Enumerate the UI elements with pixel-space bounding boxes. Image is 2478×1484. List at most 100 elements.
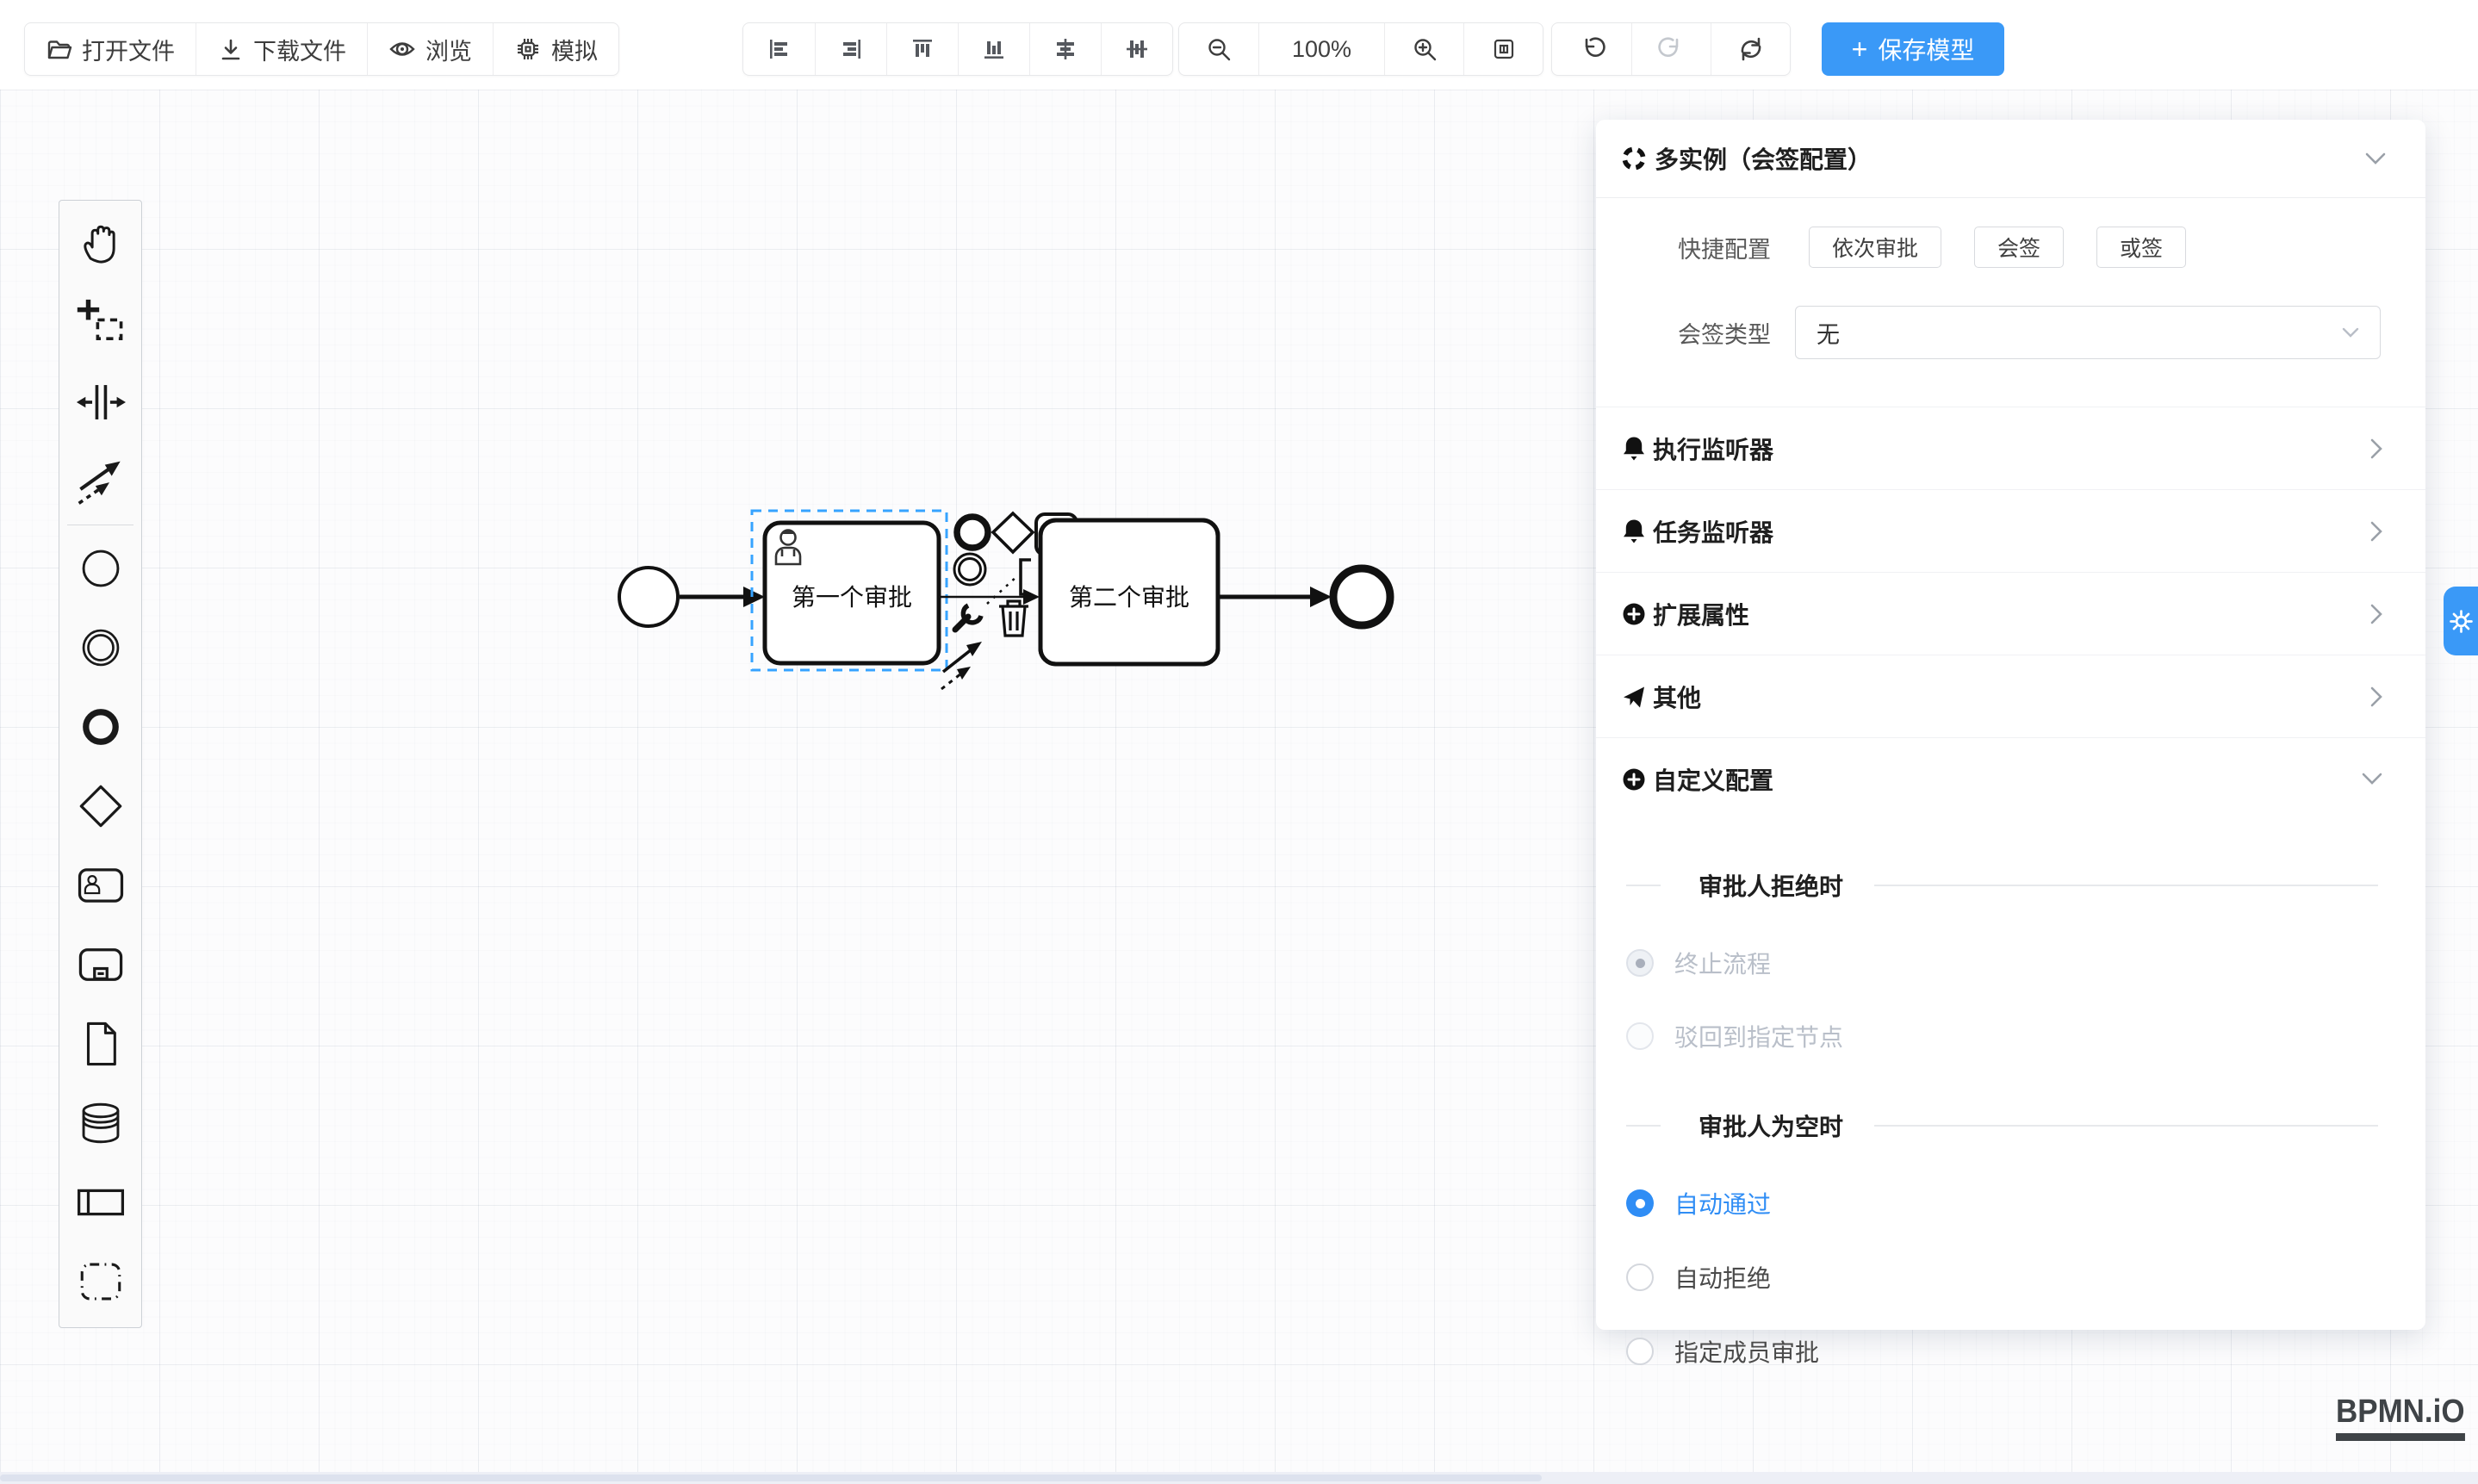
section-custom-config[interactable]: 自定义配置	[1596, 737, 2425, 820]
contextpad-delete-button[interactable]	[999, 601, 1028, 636]
simulate-label: 模拟	[551, 33, 598, 66]
redo-button[interactable]	[1631, 23, 1711, 75]
palette-data-object[interactable]	[59, 1004, 142, 1084]
undo-icon	[1578, 35, 1605, 63]
zoom-out-button[interactable]	[1179, 23, 1258, 75]
align-middle-vertical-icon	[1124, 36, 1150, 62]
horizontal-scrollbar[interactable]	[0, 1472, 2478, 1484]
palette-hand-tool[interactable]	[59, 204, 142, 283]
bpmn-palette	[59, 200, 142, 1328]
task-label: 第一个审批	[792, 584, 912, 611]
align-left-button[interactable]	[743, 23, 815, 75]
align-center-horizontal-icon	[1053, 36, 1078, 62]
palette-lasso-tool[interactable]	[59, 283, 142, 363]
save-model-label: 保存模型	[1878, 32, 1974, 66]
quick-orsign-button[interactable]: 或签	[2096, 227, 2186, 268]
quick-config-buttons: 依次审批 会签 或签	[1809, 227, 2186, 268]
download-file-label: 下载文件	[253, 33, 346, 66]
restart-button[interactable]	[1711, 23, 1790, 75]
preview-button[interactable]: 浏览	[367, 23, 493, 75]
section-label: 自定义配置	[1653, 762, 1773, 797]
panel-header[interactable]: 多实例（会签配置）	[1596, 120, 2425, 198]
download-file-button[interactable]: 下载文件	[196, 23, 367, 75]
align-right-button[interactable]	[815, 23, 886, 75]
simulate-button[interactable]: 模拟	[493, 23, 618, 75]
radio-label: 驳回到指定节点	[1674, 1019, 1843, 1053]
bell-icon	[1622, 518, 1646, 544]
space-tool-icon	[76, 377, 126, 427]
radio-label: 终止流程	[1674, 946, 1771, 980]
fit-viewport-button[interactable]	[1463, 23, 1543, 75]
group-icon	[76, 1257, 126, 1307]
radio-auto-pass[interactable]: 自动通过	[1626, 1186, 2378, 1220]
align-middle-vertical-button[interactable]	[1101, 23, 1172, 75]
countersign-type-select[interactable]: 无	[1795, 306, 2381, 359]
send-icon	[1622, 685, 1646, 709]
align-top-button[interactable]	[886, 23, 958, 75]
properties-panel: 多实例（会签配置） 快捷配置 依次审批 会签 或签 会签类型 无 执行监听器	[1596, 120, 2425, 1330]
radio-auto-reject[interactable]: 自动拒绝	[1626, 1260, 2378, 1295]
divider-line	[1626, 885, 1661, 886]
section-label: 扩展属性	[1653, 597, 1749, 631]
section-other[interactable]: 其他	[1596, 655, 2425, 737]
scrollbar-thumb[interactable]	[0, 1475, 1542, 1481]
radio-circle	[1626, 1338, 1654, 1365]
redo-icon	[1658, 35, 1686, 63]
radio-return-to-node[interactable]: 驳回到指定节点	[1626, 1019, 2378, 1053]
contextpad-append-end-event[interactable]	[957, 517, 988, 548]
radio-terminate-process[interactable]: 终止流程	[1626, 946, 2378, 980]
panel-title: 多实例（会签配置）	[1655, 141, 1872, 176]
start-event-node[interactable]	[619, 568, 678, 626]
section-extension-properties[interactable]: 扩展属性	[1596, 572, 2425, 655]
toolbar: 打开文件 下载文件 浏览 模拟	[0, 0, 2478, 90]
quick-sequential-button[interactable]: 依次审批	[1809, 227, 1941, 268]
zoom-out-icon	[1206, 36, 1232, 62]
palette-space-tool[interactable]	[59, 363, 142, 442]
task-node-2[interactable]: 第二个审批	[1040, 520, 1218, 664]
align-bottom-icon	[981, 36, 1007, 62]
palette-start-event[interactable]	[59, 529, 142, 608]
end-event-node[interactable]	[1333, 568, 1390, 625]
open-file-button[interactable]: 打开文件	[25, 23, 196, 75]
radio-circle	[1626, 1264, 1654, 1291]
palette-gateway[interactable]	[59, 767, 142, 846]
align-center-horizontal-button[interactable]	[1029, 23, 1101, 75]
task-node-1[interactable]: 第一个审批	[765, 523, 939, 663]
bpmn-io-logo[interactable]: BPMN.iO	[2336, 1394, 2465, 1441]
reject-group-title: 审批人拒绝时	[1626, 868, 2378, 903]
palette-intermediate-event[interactable]	[59, 608, 142, 687]
quick-countersign-button[interactable]: 会签	[1974, 227, 2064, 268]
settings-tab[interactable]	[2444, 587, 2478, 655]
zoom-in-button[interactable]	[1384, 23, 1463, 75]
plus-circle-icon	[1622, 602, 1646, 626]
palette-user-task[interactable]	[59, 846, 142, 925]
zoom-level-display[interactable]: 100%	[1258, 23, 1384, 75]
radio-circle	[1626, 1022, 1654, 1050]
section-task-listener[interactable]: 任务监听器	[1596, 489, 2425, 572]
align-left-icon	[767, 36, 792, 62]
palette-end-event[interactable]	[59, 687, 142, 767]
participant-icon	[76, 1177, 126, 1227]
plus-icon: +	[1852, 35, 1868, 63]
section-execution-listener[interactable]: 执行监听器	[1596, 407, 2425, 489]
quick-config-label: 快捷配置	[1596, 231, 1771, 264]
palette-global-connect-tool[interactable]	[59, 442, 142, 521]
chevron-down-icon[interactable]	[2365, 152, 2386, 165]
undo-button[interactable]	[1552, 23, 1631, 75]
radio-assign-member[interactable]: 指定成员审批	[1626, 1334, 2378, 1369]
empty-group-title-text: 审批人为空时	[1699, 1108, 1843, 1143]
data-object-icon	[76, 1019, 126, 1069]
align-bottom-button[interactable]	[958, 23, 1029, 75]
palette-group[interactable]	[59, 1242, 142, 1321]
countersign-type-label: 会签类型	[1596, 316, 1771, 350]
contextpad-append-intermediate-event[interactable]	[954, 554, 985, 585]
palette-subprocess[interactable]	[59, 925, 142, 1004]
zoom-level-value: 100%	[1292, 36, 1351, 63]
countersign-type-value: 无	[1817, 316, 1840, 350]
palette-data-store[interactable]	[59, 1084, 142, 1163]
palette-participant[interactable]	[59, 1163, 142, 1242]
end-event-icon	[76, 702, 126, 752]
lasso-tool-icon	[76, 298, 126, 348]
preview-eye-icon	[388, 36, 416, 62]
save-model-button[interactable]: + 保存模型	[1822, 22, 2004, 76]
